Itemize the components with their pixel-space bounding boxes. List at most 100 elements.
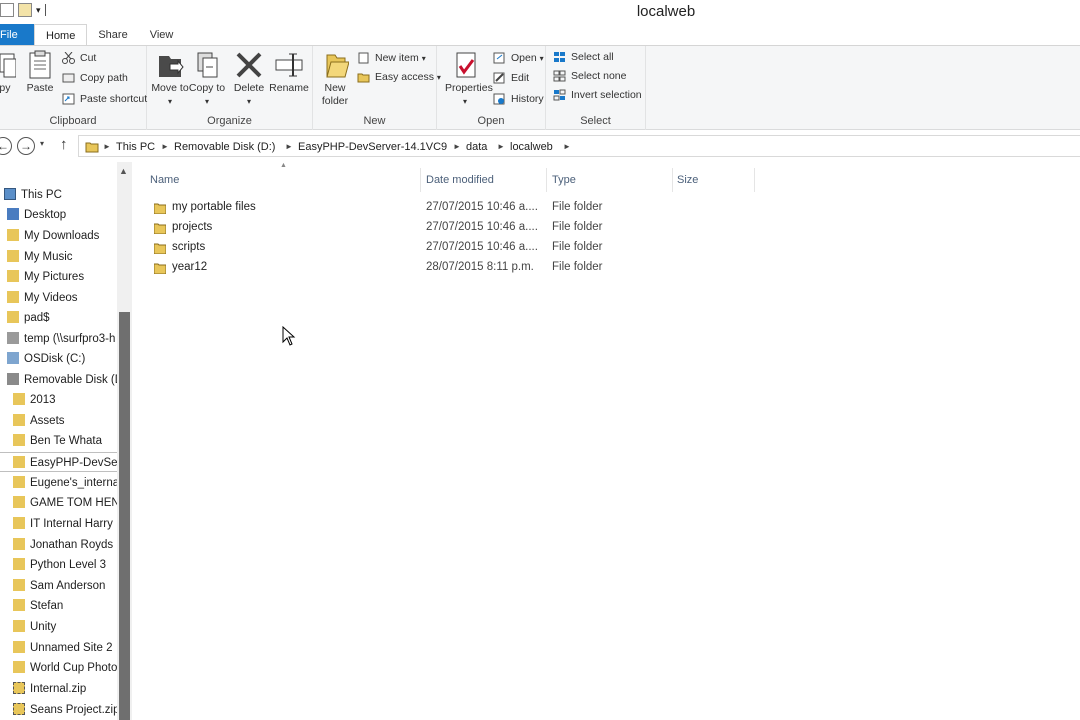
new-folder-qat-icon[interactable] <box>18 3 32 17</box>
nav-item-2013[interactable]: 2013 <box>13 390 56 410</box>
move-to-icon <box>156 50 184 80</box>
easy-access-button[interactable]: Easy access ▾ <box>357 68 441 86</box>
file-date: 27/07/2015 10:46 a.... <box>426 241 538 253</box>
back-button[interactable]: ← <box>0 137 12 155</box>
nav-item-easyphp[interactable]: EasyPHP-DevServ <box>0 452 118 472</box>
folder-icon <box>13 661 25 673</box>
copy-path-button[interactable]: Copy path <box>62 69 128 87</box>
select-none-button[interactable]: Select none <box>553 67 626 85</box>
select-all-button[interactable]: Select all <box>553 48 614 66</box>
tab-file[interactable]: File <box>0 24 34 46</box>
nav-item-osdisk[interactable]: OSDisk (C:) <box>7 349 85 369</box>
nav-item-pad[interactable]: pad$ <box>7 308 50 328</box>
nav-item-world-cup-photo[interactable]: World Cup Photo <box>13 658 117 678</box>
nav-item-internal-zip[interactable]: Internal.zip <box>13 679 86 699</box>
nav-item-my-pictures[interactable]: My Pictures <box>7 267 84 287</box>
breadcrumb-easyphp[interactable]: EasyPHP-DevServer-14.1VC9 <box>298 136 447 158</box>
nav-item-ben-te-whata[interactable]: Ben Te Whata <box>13 431 102 451</box>
new-folder-button[interactable]: New folder <box>315 50 355 108</box>
nav-item-eugenes-internal[interactable]: Eugene's_interna <box>13 473 118 493</box>
nav-item-seans-project-zip[interactable]: Seans Project.zip <box>13 700 118 720</box>
history-button[interactable]: History <box>493 90 544 108</box>
up-arrow-button[interactable]: ↑ <box>60 136 68 153</box>
breadcrumb-chevron-icon[interactable]: ► <box>563 136 571 158</box>
properties-dropdown-icon: ▾ <box>462 97 467 106</box>
nav-item-jonathan-royds[interactable]: Jonathan Royds <box>13 535 113 555</box>
nav-item-label: Internal.zip <box>30 683 87 695</box>
tab-view[interactable]: View <box>139 24 185 46</box>
file-row[interactable]: year12 28/07/2015 8:11 p.m. File folder <box>152 257 612 277</box>
nav-item-my-music[interactable]: My Music <box>7 247 73 267</box>
rename-button[interactable]: Rename <box>269 50 309 95</box>
edit-button[interactable]: Edit <box>493 69 529 87</box>
nav-item-my-downloads[interactable]: My Downloads <box>7 226 99 246</box>
cut-label: Cut <box>80 52 97 64</box>
new-item-button[interactable]: New item ▾ <box>357 49 426 67</box>
breadcrumb-chevron-icon[interactable]: ► <box>453 136 461 158</box>
properties-qat-icon[interactable] <box>0 3 14 17</box>
drive-icon <box>7 352 19 364</box>
invert-selection-button[interactable]: Invert selection <box>553 86 642 104</box>
copy-to-button[interactable]: Copy to ▾ <box>187 50 227 108</box>
nav-item-label: 2013 <box>30 394 56 406</box>
column-divider[interactable] <box>754 168 755 192</box>
desktop-icon <box>7 208 19 220</box>
breadcrumb-localweb[interactable]: localweb <box>510 136 553 158</box>
open-button[interactable]: Open ▾ <box>493 49 544 67</box>
breadcrumb-chevron-icon[interactable]: ► <box>103 136 111 158</box>
copy-path-label: Copy path <box>80 72 128 84</box>
copy-button[interactable]: opy <box>0 50 22 95</box>
nav-item-unity[interactable]: Unity <box>13 617 56 637</box>
column-divider[interactable] <box>420 168 421 192</box>
move-to-dropdown-icon: ▾ <box>167 97 172 106</box>
breadcrumb-chevron-icon[interactable]: ► <box>285 136 293 158</box>
column-header-type[interactable]: Type <box>552 170 576 190</box>
paste-shortcut-button[interactable]: Paste shortcut <box>62 90 147 108</box>
customize-qat-icon[interactable]: ▾ <box>36 5 41 16</box>
breadcrumb[interactable]: ► This PC ► Removable Disk (D:) ► EasyPH… <box>78 135 1080 157</box>
file-row[interactable]: scripts 27/07/2015 10:46 a.... File fold… <box>152 237 612 257</box>
nav-item-removable-disk[interactable]: Removable Disk (D <box>7 370 118 390</box>
nav-item-sam-anderson[interactable]: Sam Anderson <box>13 576 105 596</box>
nav-item-stefan[interactable]: Stefan <box>13 596 63 616</box>
navigation-pane: This PC Desktop My Downloads My Music My… <box>0 162 118 720</box>
nav-item-desktop[interactable]: Desktop <box>7 205 66 225</box>
column-header-name[interactable]: Name <box>150 170 179 190</box>
tab-home[interactable]: Home <box>34 24 88 46</box>
scrollbar-thumb[interactable] <box>119 312 130 720</box>
delete-dropdown-icon: ▾ <box>246 97 251 106</box>
navigation-scrollbar[interactable]: ▲ <box>117 162 132 720</box>
forward-button[interactable]: → <box>17 137 35 155</box>
breadcrumb-removable-disk[interactable]: Removable Disk (D:) <box>174 136 275 158</box>
file-row[interactable]: projects 27/07/2015 10:46 a.... File fol… <box>152 217 612 237</box>
breadcrumb-this-pc[interactable]: This PC <box>116 136 155 158</box>
nav-item-it-internal-harry[interactable]: IT Internal Harry <box>13 514 113 534</box>
column-header-date-modified[interactable]: Date modified <box>426 170 494 190</box>
move-to-button[interactable]: Move to ▾ <box>150 50 190 108</box>
file-row[interactable]: my portable files 27/07/2015 10:46 a....… <box>152 197 612 217</box>
nav-item-assets[interactable]: Assets <box>13 411 65 431</box>
paste-button[interactable]: Paste <box>20 50 60 95</box>
nav-item-my-videos[interactable]: My Videos <box>7 288 77 308</box>
nav-item-game-tom[interactable]: GAME TOM HEN <box>13 493 118 513</box>
computer-icon <box>4 188 16 200</box>
column-header-size[interactable]: Size <box>677 170 698 190</box>
column-divider[interactable] <box>546 168 547 192</box>
nav-item-network-drive[interactable]: temp (\\surfpro3-h <box>7 329 115 349</box>
file-type: File folder <box>552 241 603 253</box>
delete-button[interactable]: Delete ▾ <box>229 50 269 108</box>
cut-button[interactable]: Cut <box>62 49 96 67</box>
nav-item-label: This PC <box>21 189 62 201</box>
properties-button[interactable]: Properties ▾ <box>445 50 493 108</box>
breadcrumb-data[interactable]: data <box>466 136 487 158</box>
nav-item-this-pc[interactable]: This PC <box>4 185 62 205</box>
scroll-up-icon[interactable]: ▲ <box>119 166 128 176</box>
breadcrumb-chevron-icon[interactable]: ► <box>497 136 505 158</box>
breadcrumb-chevron-icon[interactable]: ► <box>161 136 169 158</box>
invert-selection-icon <box>553 89 566 101</box>
column-divider[interactable] <box>672 168 673 192</box>
nav-item-unnamed-site-2[interactable]: Unnamed Site 2 <box>13 638 112 658</box>
nav-item-python-level-3[interactable]: Python Level 3 <box>13 555 106 575</box>
recent-locations-icon[interactable]: ▾ <box>40 139 44 148</box>
tab-share[interactable]: Share <box>87 24 138 46</box>
